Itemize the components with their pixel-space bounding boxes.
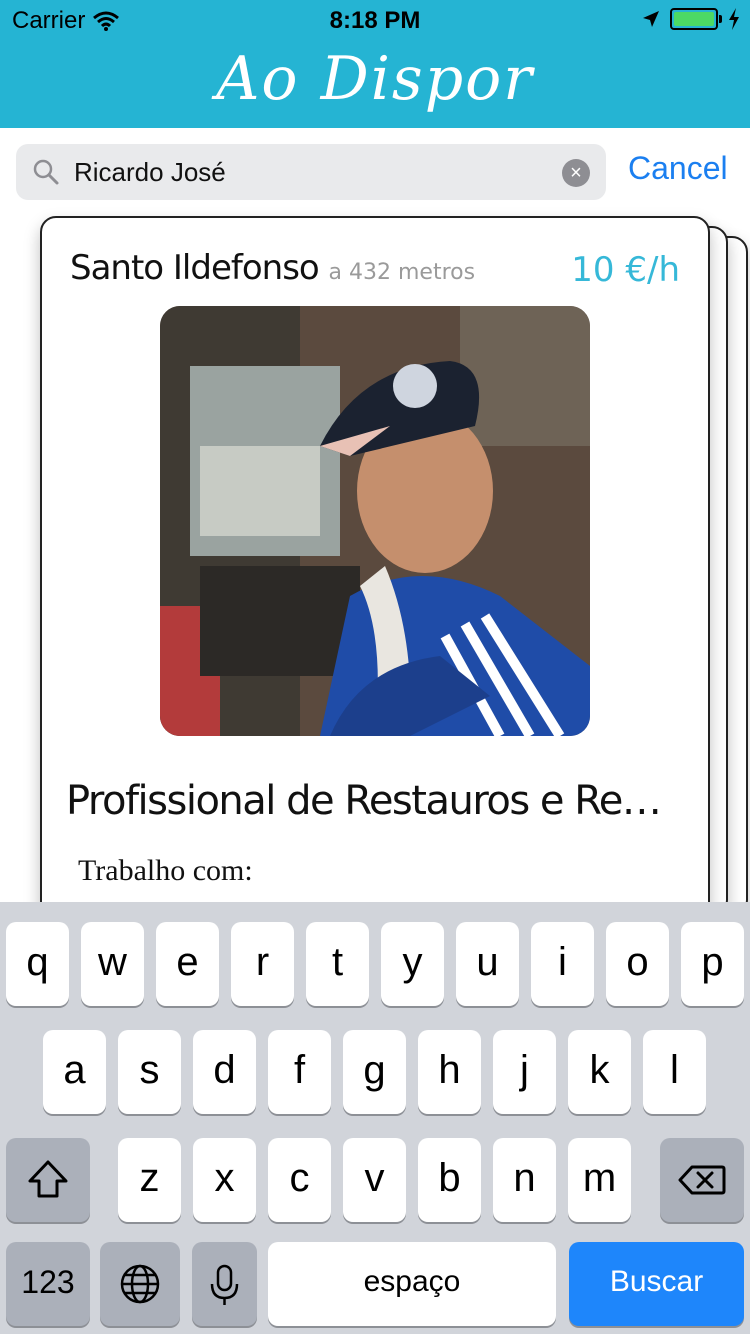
location-name: Santo Ildefonso <box>70 248 320 288</box>
app-header: Carrier 8:18 PM Ao Dispor <box>0 0 750 128</box>
battery-icon <box>670 8 722 30</box>
key-e[interactable]: e <box>156 922 219 1006</box>
key-v[interactable]: v <box>343 1138 406 1222</box>
key-b[interactable]: b <box>418 1138 481 1222</box>
service-description: Trabalho com: <box>78 854 253 887</box>
key-a[interactable]: a <box>43 1030 106 1114</box>
shift-key[interactable] <box>6 1138 90 1222</box>
key-y[interactable]: y <box>381 922 444 1006</box>
search-key[interactable]: Buscar <box>569 1242 744 1326</box>
cancel-button[interactable]: Cancel <box>628 150 728 187</box>
service-title: Profissional de Restauros e Remodel... <box>66 778 686 824</box>
status-bar: Carrier 8:18 PM <box>0 0 750 40</box>
key-t[interactable]: t <box>306 922 369 1006</box>
backspace-key[interactable] <box>660 1138 744 1222</box>
app-logo: Ao Dispor <box>216 44 534 114</box>
microphone-key[interactable] <box>192 1242 257 1326</box>
card-location: Santo Ildefonso a 432 metros <box>70 248 475 288</box>
shift-icon <box>28 1160 68 1198</box>
globe-key[interactable] <box>100 1242 180 1326</box>
key-k[interactable]: k <box>568 1030 631 1114</box>
key-u[interactable]: u <box>456 922 519 1006</box>
key-n[interactable]: n <box>493 1138 556 1222</box>
location-arrow-icon <box>643 11 659 27</box>
key-i[interactable]: i <box>531 922 594 1006</box>
search-icon <box>33 159 59 185</box>
key-h[interactable]: h <box>418 1030 481 1114</box>
distance-label: a 432 metros <box>328 260 476 285</box>
clear-icon[interactable]: × <box>562 159 590 187</box>
key-p[interactable]: p <box>681 922 744 1006</box>
key-w[interactable]: w <box>81 922 144 1006</box>
keyboard: q w e r t y u i o p a s d f g h j k l z … <box>0 902 750 1334</box>
microphone-icon <box>210 1264 239 1305</box>
key-c[interactable]: c <box>268 1138 331 1222</box>
profile-card[interactable]: Santo Ildefonso a 432 metros 10 €/h Prof… <box>40 216 710 1016</box>
numbers-key[interactable]: 123 <box>6 1242 90 1326</box>
key-q[interactable]: q <box>6 922 69 1006</box>
search-input[interactable] <box>74 144 554 200</box>
key-m[interactable]: m <box>568 1138 631 1222</box>
globe-icon <box>120 1264 160 1304</box>
backspace-icon <box>678 1165 726 1195</box>
key-j[interactable]: j <box>493 1030 556 1114</box>
hourly-price: 10 €/h <box>571 250 680 290</box>
status-right <box>642 8 740 30</box>
key-r[interactable]: r <box>231 922 294 1006</box>
key-o[interactable]: o <box>606 922 669 1006</box>
charging-icon <box>729 8 739 30</box>
search-field[interactable]: × <box>16 144 606 200</box>
key-s[interactable]: s <box>118 1030 181 1114</box>
key-x[interactable]: x <box>193 1138 256 1222</box>
status-time: 8:18 PM <box>329 7 421 34</box>
key-f[interactable]: f <box>268 1030 331 1114</box>
key-g[interactable]: g <box>343 1030 406 1114</box>
space-key[interactable]: espaço <box>268 1242 556 1326</box>
key-d[interactable]: d <box>193 1030 256 1114</box>
profile-photo <box>160 306 590 736</box>
key-l[interactable]: l <box>643 1030 706 1114</box>
key-z[interactable]: z <box>118 1138 181 1222</box>
